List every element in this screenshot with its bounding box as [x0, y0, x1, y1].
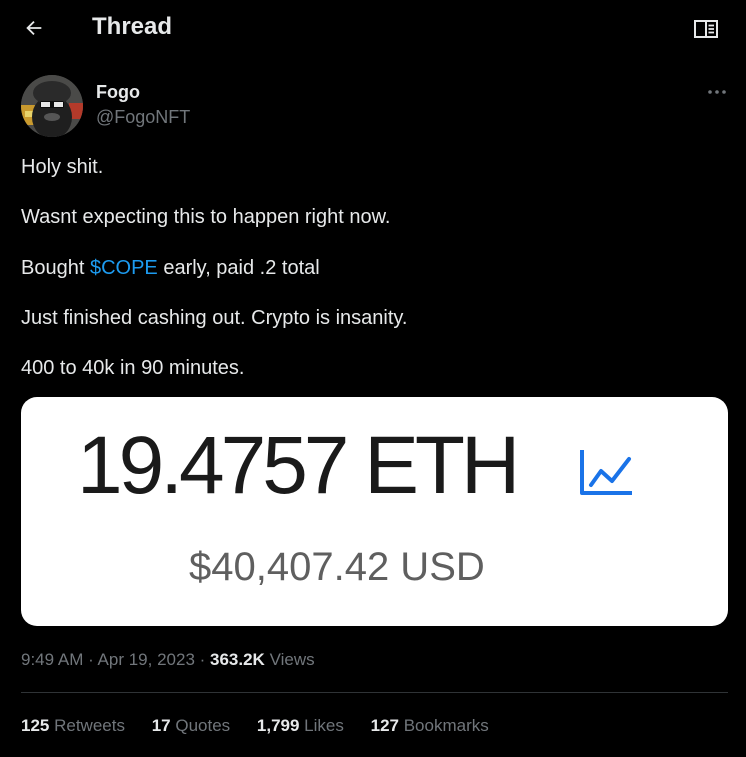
- ellipsis-icon: [708, 90, 726, 94]
- tweet-date[interactable]: Apr 19, 2023: [98, 650, 195, 669]
- bookmarks-stat[interactable]: 127 Bookmarks: [371, 716, 489, 736]
- author-handle[interactable]: @FogoNFT: [96, 107, 190, 128]
- line-chart-icon: [580, 450, 632, 495]
- likes-stat[interactable]: 1,799 Likes: [257, 716, 344, 736]
- tweet-text-line: Holy shit.: [21, 156, 104, 178]
- tweet-media-image[interactable]: 19.4757 ETH $40,407.42 USD: [21, 397, 728, 626]
- tweet-meta: 9:49 AM · Apr 19, 2023 · 363.2K Views: [21, 650, 315, 670]
- quotes-label: Quotes: [170, 716, 231, 735]
- tweet-time[interactable]: 9:49 AM: [21, 650, 83, 669]
- book-open-icon: [694, 20, 718, 38]
- eth-balance: 19.4757 ETH: [77, 420, 520, 511]
- views-label: Views: [264, 650, 315, 669]
- tweet-text-bought-prefix: Bought: [21, 257, 90, 279]
- arrow-left-icon: [26, 20, 42, 36]
- page-title: Thread: [92, 13, 173, 40]
- avatar[interactable]: [21, 75, 83, 137]
- meta-separator: ·: [83, 650, 98, 669]
- tweet-text-line: Wasnt expecting this to happen right now…: [21, 206, 391, 228]
- quotes-stat[interactable]: 17 Quotes: [152, 716, 230, 736]
- tweet-text-bought-suffix: early, paid .2 total: [157, 257, 320, 279]
- divider: [21, 692, 728, 693]
- views-count: 363.2K: [210, 650, 265, 669]
- usd-balance: $40,407.42 USD: [189, 545, 485, 589]
- cashtag-link[interactable]: $COPE: [90, 257, 158, 279]
- more-options-button[interactable]: [702, 80, 732, 104]
- retweets-count: 125: [21, 716, 50, 735]
- tweet-text-line: 400 to 40k in 90 minutes.: [21, 357, 245, 379]
- bookmarks-label: Bookmarks: [398, 716, 489, 735]
- header-bar: Thread: [0, 0, 746, 56]
- engagement-stats: 125 Retweets 17 Quotes 1,799 Likes 127 B…: [21, 716, 511, 736]
- back-button[interactable]: [20, 14, 48, 42]
- likes-count: 1,799: [256, 716, 300, 735]
- retweets-stat[interactable]: 125 Retweets: [21, 716, 125, 736]
- reader-mode-button[interactable]: [692, 16, 720, 42]
- likes-label: Likes: [299, 716, 344, 735]
- retweets-label: Retweets: [49, 716, 125, 735]
- tweet-text-line: Bought $COPE early, paid .2 total: [21, 257, 320, 280]
- author-display-name[interactable]: Fogo: [96, 82, 140, 103]
- tweet-text-line: Just finished cashing out. Crypto is ins…: [21, 307, 408, 329]
- bookmarks-count: 127: [370, 716, 399, 735]
- avatar-image: [21, 75, 83, 137]
- quotes-count: 17: [151, 716, 171, 735]
- meta-separator: ·: [194, 650, 211, 669]
